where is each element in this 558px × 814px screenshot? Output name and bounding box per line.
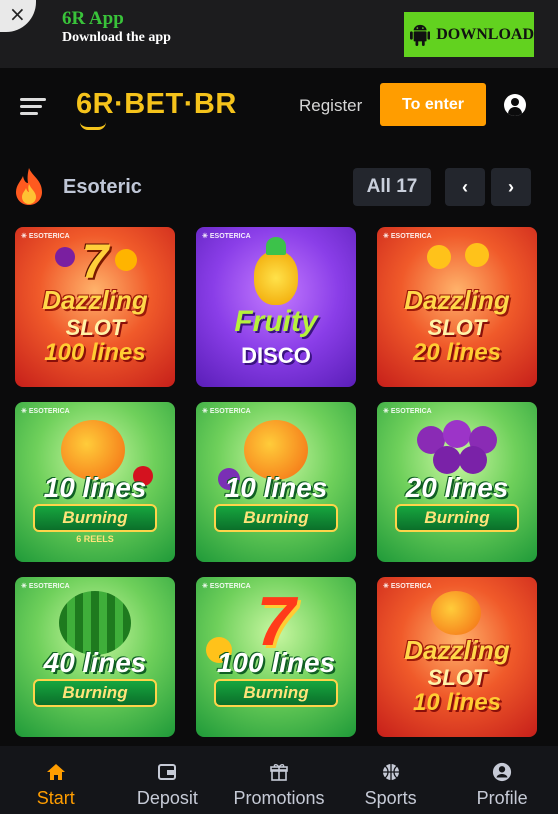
game-lines: 20 lines (412, 339, 502, 366)
previous-button[interactable]: ‹ (445, 168, 485, 206)
game-tile[interactable]: ESOTERICA Fruity DISCO (196, 227, 356, 387)
game-name: Burning (214, 504, 338, 532)
game-tile[interactable]: ESOTERICA 20 lines Burning (377, 402, 537, 562)
nav-promotions[interactable]: Promotions (223, 746, 335, 814)
profile-icon[interactable] (504, 94, 526, 116)
game-name: Burning (33, 679, 157, 707)
android-icon (410, 24, 431, 46)
game-name: Fruity (234, 305, 318, 338)
game-name: Burning (214, 679, 338, 707)
nav-label: Deposit (136, 788, 198, 808)
close-banner-button[interactable]: × (0, 0, 36, 32)
site-header: 6R·BET·BR Register To enter (0, 68, 558, 146)
register-link[interactable]: Register (299, 96, 362, 116)
game-subtitle: DISCO (241, 343, 311, 368)
bottom-navigation: Start Deposit Promotions Sports Profile (0, 746, 558, 814)
nav-profile[interactable]: Profile (446, 746, 558, 814)
seven-symbol: 7 (81, 236, 109, 289)
next-button[interactable]: › (491, 168, 531, 206)
fire-icon (16, 168, 42, 205)
game-extra: 6 REELS (76, 534, 114, 544)
provider-label: ESOTERICA (21, 407, 70, 415)
nav-sports[interactable]: Sports (335, 746, 447, 814)
app-subtitle: Download the app (62, 30, 171, 45)
game-subtitle: SLOT (427, 315, 487, 340)
download-label: DOWNLOAD (436, 25, 534, 43)
game-lines: 10 lines (412, 689, 502, 716)
download-button[interactable]: DOWNLOAD (404, 12, 534, 57)
provider-label: ESOTERICA (21, 582, 70, 590)
app-download-banner: × 6R App Download the app DOWNLOAD (0, 0, 558, 68)
game-lines: 20 lines (405, 472, 509, 503)
provider-label: ESOTERICA (202, 232, 251, 240)
nav-deposit[interactable]: Deposit (112, 746, 224, 814)
game-lines: 100 lines (44, 339, 146, 366)
provider-label: ESOTERICA (383, 407, 432, 415)
game-name: Dazzling (404, 635, 510, 665)
logo-smile-decoration (80, 122, 106, 130)
game-subtitle: SLOT (65, 315, 125, 340)
profile-icon (493, 762, 512, 782)
game-lines: 40 lines (43, 647, 147, 678)
nav-label: Profile (476, 788, 528, 808)
game-tile[interactable]: ESOTERICA 40 lines Burning (15, 577, 175, 737)
game-tile[interactable]: ESOTERICA 7 100 lines Burning (196, 577, 356, 737)
game-tile[interactable]: ESOTERICA 7 Dazzling SLOT 100 lines (15, 227, 175, 387)
category-title: Esoteric (63, 176, 142, 198)
provider-label: ESOTERICA (383, 582, 432, 590)
game-name: Burning (33, 504, 157, 532)
game-lines: 10 lines (224, 472, 328, 503)
wallet-icon (158, 764, 177, 780)
gift-icon (270, 764, 288, 781)
ball-icon (382, 764, 399, 780)
hamburger-menu-icon[interactable] (20, 98, 46, 116)
view-all-button[interactable]: All 17 (353, 168, 431, 206)
app-name: 6R App (62, 8, 124, 29)
game-tile[interactable]: ESOTERICA Dazzling SLOT 10 lines (377, 577, 537, 737)
provider-label: ESOTERICA (202, 407, 251, 415)
home-icon (46, 764, 65, 780)
game-name: Dazzling (42, 285, 148, 315)
game-name: Dazzling (404, 285, 510, 315)
game-tile[interactable]: ESOTERICA 10 lines Burning (196, 402, 356, 562)
nav-label: Promotions (233, 788, 325, 808)
game-name: Burning (395, 504, 519, 532)
category-header: Esoteric All 17 ‹ › (0, 160, 558, 210)
site-logo[interactable]: 6R·BET·BR (76, 88, 237, 121)
close-icon: × (9, 2, 26, 26)
nav-label: Start (36, 788, 75, 808)
nav-start[interactable]: Start (0, 746, 112, 814)
login-button[interactable]: To enter (380, 83, 486, 126)
game-tile[interactable]: ESOTERICA 10 lines Burning 6 REELS (15, 402, 175, 562)
game-tile[interactable]: ESOTERICA Dazzling SLOT 20 lines (377, 227, 537, 387)
nav-label: Sports (364, 788, 417, 808)
game-lines: 100 lines (216, 647, 336, 678)
game-lines: 10 lines (43, 472, 147, 503)
game-subtitle: SLOT (427, 665, 487, 690)
provider-label: ESOTERICA (383, 232, 432, 240)
